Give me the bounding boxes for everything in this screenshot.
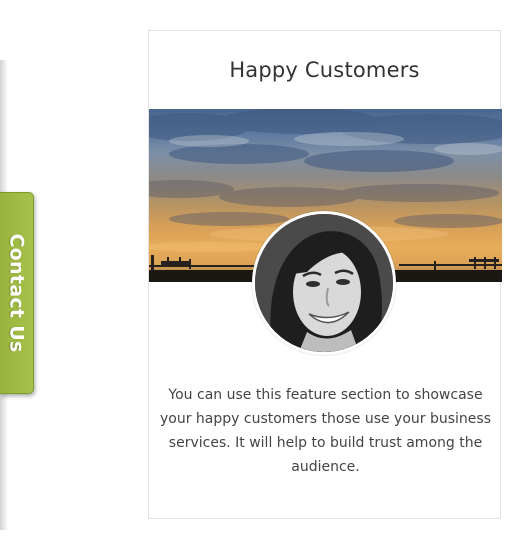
card-description: You can use this feature section to show… bbox=[159, 387, 492, 475]
contact-us-label: Contact Us bbox=[5, 233, 28, 353]
card-title: Happy Customers bbox=[229, 58, 420, 82]
customer-portrait-graphic bbox=[255, 214, 393, 352]
happy-customers-card: Happy Customers You can use this feature… bbox=[148, 30, 502, 519]
contact-us-tab[interactable]: Contact Us bbox=[0, 192, 34, 394]
customer-avatar bbox=[252, 211, 396, 355]
page: Contact Us Happy Customers You can use t… bbox=[0, 0, 532, 546]
